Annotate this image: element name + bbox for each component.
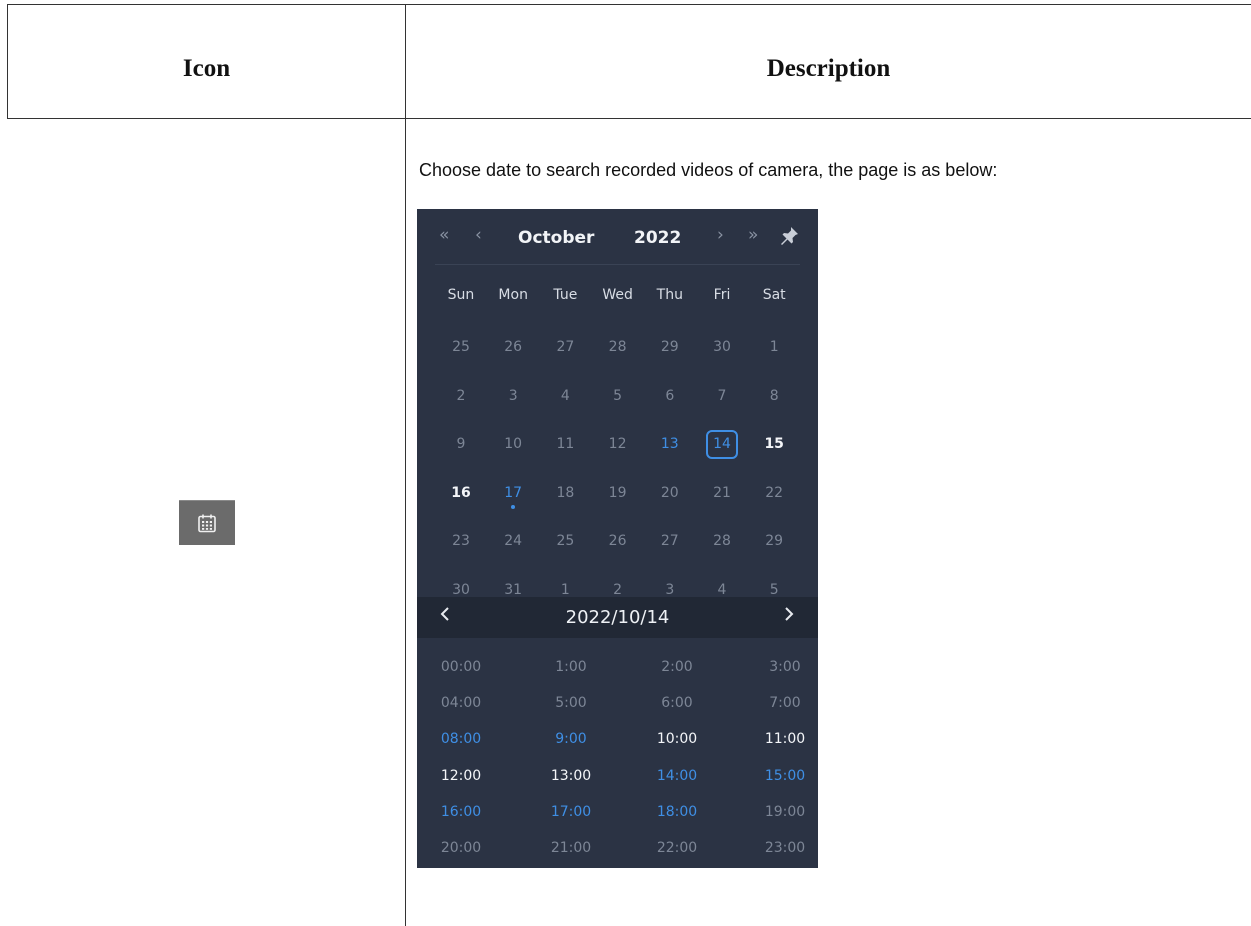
hour-slot[interactable]: 11:00 xyxy=(735,731,835,747)
weekday-thu: Thu xyxy=(656,287,683,303)
day-cell[interactable]: 10 xyxy=(486,436,540,452)
hour-slot[interactable]: 23:00 xyxy=(735,840,835,856)
day-cell[interactable]: 15 xyxy=(747,436,801,452)
day-cell[interactable]: 30 xyxy=(695,339,749,355)
day-cell[interactable]: 5 xyxy=(747,582,801,598)
table-column-divider xyxy=(405,4,406,926)
hour-slot[interactable]: 20:00 xyxy=(411,840,511,856)
day-cell[interactable]: 21 xyxy=(695,485,749,501)
day-cell[interactable]: 26 xyxy=(591,533,645,549)
weekday-tue: Tue xyxy=(553,287,578,303)
day-cell[interactable]: 24 xyxy=(486,533,540,549)
table-top-border xyxy=(7,4,1251,5)
day-cell[interactable]: 2 xyxy=(434,388,488,404)
day-cell[interactable]: 30 xyxy=(434,582,488,598)
day-cell[interactable]: 3 xyxy=(486,388,540,404)
hour-slot[interactable]: 7:00 xyxy=(735,695,835,711)
day-cell[interactable]: 27 xyxy=(643,533,697,549)
day-cell[interactable]: 29 xyxy=(643,339,697,355)
calendar-header xyxy=(435,209,800,265)
day-cell[interactable]: 17 xyxy=(486,485,540,501)
day-cell[interactable]: 28 xyxy=(695,533,749,549)
header-description: Description xyxy=(766,55,891,82)
weekday-sun: Sun xyxy=(447,287,475,303)
hour-slot[interactable]: 1:00 xyxy=(521,659,621,675)
hour-slot[interactable]: 00:00 xyxy=(411,659,511,675)
hour-slot[interactable]: 14:00 xyxy=(627,768,727,784)
description-text: Choose date to search recorded videos of… xyxy=(419,160,998,180)
hour-slot[interactable]: 22:00 xyxy=(627,840,727,856)
day-cell[interactable]: 7 xyxy=(695,388,749,404)
pin-icon[interactable] xyxy=(778,225,800,251)
hour-slot[interactable]: 15:00 xyxy=(735,768,835,784)
selected-day-highlight xyxy=(706,430,738,459)
hour-slot[interactable]: 17:00 xyxy=(521,804,621,820)
calendar-icon xyxy=(198,514,216,533)
hour-slot[interactable]: 2:00 xyxy=(627,659,727,675)
day-cell[interactable]: 25 xyxy=(434,339,488,355)
day-cell[interactable]: 13 xyxy=(643,436,697,452)
hour-slot[interactable]: 10:00 xyxy=(627,731,727,747)
month-label[interactable]: October xyxy=(518,228,594,248)
year-label[interactable]: 2022 xyxy=(634,228,681,248)
selected-date-bar: 2022/10/14 xyxy=(417,597,818,638)
day-cell[interactable]: 29 xyxy=(747,533,801,549)
day-cell[interactable]: 18 xyxy=(538,485,592,501)
day-cell[interactable]: 11 xyxy=(538,436,592,452)
hour-slot[interactable]: 04:00 xyxy=(411,695,511,711)
calendar-widget: « ‹ October 2022 › » Sun Mon Tue Wed Thu Fri S… xyxy=(417,209,818,868)
day-cell[interactable]: 6 xyxy=(643,388,697,404)
day-cell[interactable]: 28 xyxy=(591,339,645,355)
day-cell[interactable]: 16 xyxy=(434,485,488,501)
weekday-sat: Sat xyxy=(762,287,786,303)
day-cell[interactable]: 26 xyxy=(486,339,540,355)
hour-slot[interactable]: 13:00 xyxy=(521,768,621,784)
day-cell[interactable]: 20 xyxy=(643,485,697,501)
day-cell[interactable]: 3 xyxy=(643,582,697,598)
day-cell[interactable]: 22 xyxy=(747,485,801,501)
hour-slot[interactable]: 16:00 xyxy=(411,804,511,820)
calendar-icon-button[interactable] xyxy=(179,500,235,545)
selected-date-label: 2022/10/14 xyxy=(565,607,670,628)
day-cell[interactable]: 31 xyxy=(486,582,540,598)
prev-month-button[interactable]: ‹ xyxy=(475,225,482,245)
hour-slot[interactable]: 18:00 xyxy=(627,804,727,820)
hour-slot[interactable]: 19:00 xyxy=(735,804,835,820)
hour-slot[interactable]: 08:00 xyxy=(411,731,511,747)
hour-slot[interactable]: 6:00 xyxy=(627,695,727,711)
hour-slot[interactable]: 3:00 xyxy=(735,659,835,675)
next-day-button[interactable] xyxy=(783,604,795,629)
recording-dot xyxy=(511,504,516,509)
weekday-fri: Fri xyxy=(713,287,731,303)
hour-slot[interactable]: 21:00 xyxy=(521,840,621,856)
day-cell[interactable]: 4 xyxy=(538,388,592,404)
day-cell[interactable]: 1 xyxy=(538,582,592,598)
header-icon: Icon xyxy=(182,55,231,82)
next-month-button[interactable]: › xyxy=(717,225,724,245)
day-cell[interactable]: 9 xyxy=(434,436,488,452)
day-cell[interactable]: 19 xyxy=(591,485,645,501)
hour-slot[interactable]: 5:00 xyxy=(521,695,621,711)
weekday-wed: Wed xyxy=(602,287,633,303)
day-cell[interactable]: 5 xyxy=(591,388,645,404)
table-header-divider xyxy=(7,118,1251,119)
hour-slot[interactable]: 9:00 xyxy=(521,731,621,747)
day-cell[interactable]: 4 xyxy=(695,582,749,598)
day-cell[interactable]: 1 xyxy=(747,339,801,355)
day-cell[interactable]: 23 xyxy=(434,533,488,549)
prev-year-button[interactable]: « xyxy=(439,225,449,245)
day-cell[interactable]: 8 xyxy=(747,388,801,404)
day-cell[interactable]: 25 xyxy=(538,533,592,549)
weekday-mon: Mon xyxy=(498,287,528,303)
day-cell[interactable]: 27 xyxy=(538,339,592,355)
next-year-button[interactable]: » xyxy=(748,225,758,245)
hour-slot[interactable]: 12:00 xyxy=(411,768,511,784)
day-cell[interactable]: 12 xyxy=(591,436,645,452)
day-cell[interactable]: 2 xyxy=(591,582,645,598)
